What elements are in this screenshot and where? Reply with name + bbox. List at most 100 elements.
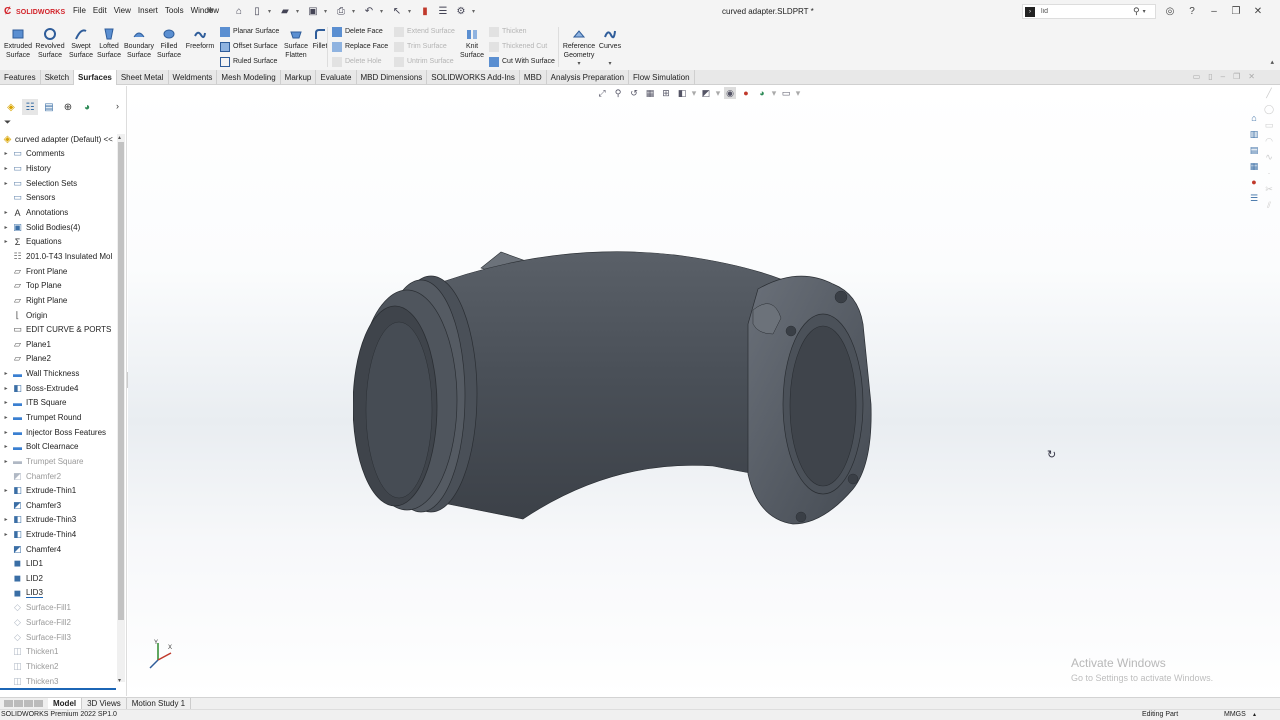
apply-scene-icon[interactable]: ◕: [756, 87, 768, 99]
trim-surface-button[interactable]: Trim Surface: [394, 41, 455, 52]
tree-item[interactable]: ◩ Chamfer2: [0, 469, 116, 484]
tab-markup[interactable]: Markup: [281, 70, 317, 85]
search-icon[interactable]: ⚲: [1133, 6, 1140, 17]
extend-surface-button[interactable]: Extend Surface: [394, 26, 455, 37]
thicken-button[interactable]: Thicken: [489, 26, 555, 37]
display-style-icon[interactable]: ◩: [700, 87, 712, 99]
chevron-right-icon[interactable]: ▸: [0, 487, 12, 494]
property-manager-tab-icon[interactable]: ☷: [22, 99, 38, 115]
chevron-down-icon[interactable]: ▾: [577, 60, 580, 67]
tree-item[interactable]: ▱ Top Plane: [0, 278, 116, 293]
tree-item[interactable]: ◼ LID1: [0, 557, 116, 572]
chevron-down-icon[interactable]: ▾: [608, 60, 611, 67]
chevron-down-icon[interactable]: ▾: [408, 8, 414, 15]
curves-button[interactable]: Curves ▾: [597, 24, 623, 70]
tree-item[interactable]: ▸ ▭ History: [0, 161, 116, 176]
chevron-down-icon[interactable]: ▾: [352, 8, 358, 15]
scroll-down-icon[interactable]: ▾: [118, 677, 121, 684]
sketch-circle-icon[interactable]: ◯: [1262, 102, 1276, 116]
tree-item[interactable]: ◫ Thicken3: [0, 674, 116, 689]
sketch-rectangle-icon[interactable]: ▭: [1262, 118, 1276, 132]
undo-icon[interactable]: ↶: [362, 4, 376, 18]
sketch-trim-icon[interactable]: ✂: [1262, 182, 1276, 196]
sketch-point-icon[interactable]: ·: [1262, 166, 1276, 180]
tree-item[interactable]: ▱ Plane2: [0, 352, 116, 367]
collapse-ribbon-icon[interactable]: ▴: [1270, 58, 1274, 66]
print-icon[interactable]: ⎙: [334, 4, 348, 18]
delete-hole-button[interactable]: Delete Hole: [332, 56, 388, 67]
home-icon[interactable]: ⌂: [232, 4, 246, 18]
chevron-right-icon[interactable]: ▸: [0, 209, 12, 216]
tree-item[interactable]: ▸ ◧ Extrude-Thin1: [0, 483, 116, 498]
chevron-right-icon[interactable]: ▸: [0, 224, 12, 231]
help-icon[interactable]: ?: [1186, 4, 1198, 18]
chevron-down-icon[interactable]: ▾: [268, 8, 274, 15]
chevron-down-icon[interactable]: ▾: [472, 8, 478, 15]
tree-item[interactable]: ▸ ▣ Solid Bodies(4): [0, 220, 116, 235]
chevron-down-icon[interactable]: ▾: [380, 8, 386, 15]
chevron-down-icon[interactable]: ▾: [324, 8, 330, 15]
pin-menu-icon[interactable]: ✱: [207, 6, 214, 15]
scroll-up-icon[interactable]: ▴: [118, 134, 121, 141]
tree-item[interactable]: ▸ ◧ Boss-Extrude4: [0, 381, 116, 396]
design-library-icon[interactable]: ▥: [1247, 127, 1261, 141]
tree-item[interactable]: ◩ Chamfer4: [0, 542, 116, 557]
chevron-down-icon[interactable]: ▾: [296, 8, 302, 15]
menu-insert[interactable]: Insert: [138, 6, 158, 15]
edit-appearance-icon[interactable]: ●: [740, 87, 752, 99]
chevron-right-icon[interactable]: ▸: [0, 238, 12, 245]
scrollbar-thumb[interactable]: [118, 142, 124, 620]
hide-show-items-icon[interactable]: ◉: [724, 87, 736, 99]
untrim-surface-button[interactable]: Untrim Surface: [394, 56, 455, 67]
tree-scrollbar[interactable]: ▴ ▾: [117, 134, 125, 684]
dynamic-annotation-icon[interactable]: ⊞: [660, 87, 672, 99]
revolved-surface-button[interactable]: Revolved Surface: [35, 24, 65, 70]
lofted-surface-button[interactable]: Lofted Surface: [96, 24, 122, 70]
tree-item[interactable]: ◩ Chamfer3: [0, 498, 116, 513]
tree-item[interactable]: ▸ ▬ Trumpet Square: [0, 454, 116, 469]
menu-tools[interactable]: Tools: [165, 6, 184, 15]
chevron-right-icon[interactable]: ▸: [0, 165, 12, 172]
tree-root[interactable]: ◈ curved adapter (Default) <<: [0, 132, 116, 147]
tree-item[interactable]: ◼ LID2: [0, 571, 116, 586]
close-icon[interactable]: ✕: [1252, 4, 1264, 18]
tab-surfaces[interactable]: Surfaces: [74, 70, 117, 85]
filter-icon[interactable]: ⏷: [4, 117, 11, 128]
unit-system[interactable]: MMGS: [1224, 711, 1246, 718]
tree-item[interactable]: ◼ LID3: [0, 586, 116, 601]
reference-geometry-button[interactable]: Reference Geometry ▾: [561, 24, 597, 70]
sketch-spline-icon[interactable]: ∿: [1262, 150, 1276, 164]
tree-item[interactable]: ◇ Surface-Fill3: [0, 630, 116, 645]
minimize-icon[interactable]: –: [1208, 4, 1220, 18]
traffic-light-icon[interactable]: ▮: [418, 4, 432, 18]
sketch-line-icon[interactable]: ╱: [1262, 86, 1276, 100]
tree-item[interactable]: ▱ Front Plane: [0, 264, 116, 279]
planar-surface-button[interactable]: Planar Surface: [220, 26, 279, 37]
dimxpert-manager-tab-icon[interactable]: ⊕: [60, 99, 76, 115]
surface-flatten-button[interactable]: Surface Flatten: [282, 24, 310, 70]
open-icon[interactable]: ▰: [278, 4, 292, 18]
chevron-down-icon[interactable]: ▾: [692, 87, 697, 99]
tab-solidworks-add-ins[interactable]: SOLIDWORKS Add-Ins: [427, 70, 520, 85]
tree-item[interactable]: ▱ Plane1: [0, 337, 116, 352]
delete-face-button[interactable]: Delete Face: [332, 26, 388, 37]
appearances-icon[interactable]: ●: [1247, 175, 1261, 189]
sketch-arc-icon[interactable]: ◠: [1262, 134, 1276, 148]
previous-tab-icon[interactable]: [14, 700, 23, 707]
tab-sketch[interactable]: Sketch: [41, 70, 75, 85]
next-tab-icon[interactable]: [24, 700, 33, 707]
curved-adapter-model[interactable]: [353, 234, 913, 534]
command-search-icon[interactable]: ›: [1025, 6, 1035, 17]
tab-motion-study-1[interactable]: Motion Study 1: [127, 697, 192, 710]
select-icon[interactable]: ↖: [390, 4, 404, 18]
file-properties-icon[interactable]: ☰: [436, 4, 450, 18]
menu-window[interactable]: Window: [191, 6, 219, 15]
section-view-icon[interactable]: ▦: [644, 87, 656, 99]
chevron-down-icon[interactable]: ▾: [716, 87, 721, 99]
tree-item[interactable]: ▱ Right Plane: [0, 293, 116, 308]
chevron-right-icon[interactable]: ▸: [0, 399, 12, 406]
tree-item[interactable]: ◫ Thicken2: [0, 659, 116, 674]
last-tab-icon[interactable]: [34, 700, 43, 707]
chevron-right-icon[interactable]: ▸: [0, 414, 12, 421]
graphics-area[interactable]: ⤢ ⚲ ↺ ▦ ⊞ ◧ ▾ ◩ ▾ ◉ ● ◕ ▾ ▭ ▾ X Y ⌂ ▥ ▤ …: [128, 86, 1280, 696]
